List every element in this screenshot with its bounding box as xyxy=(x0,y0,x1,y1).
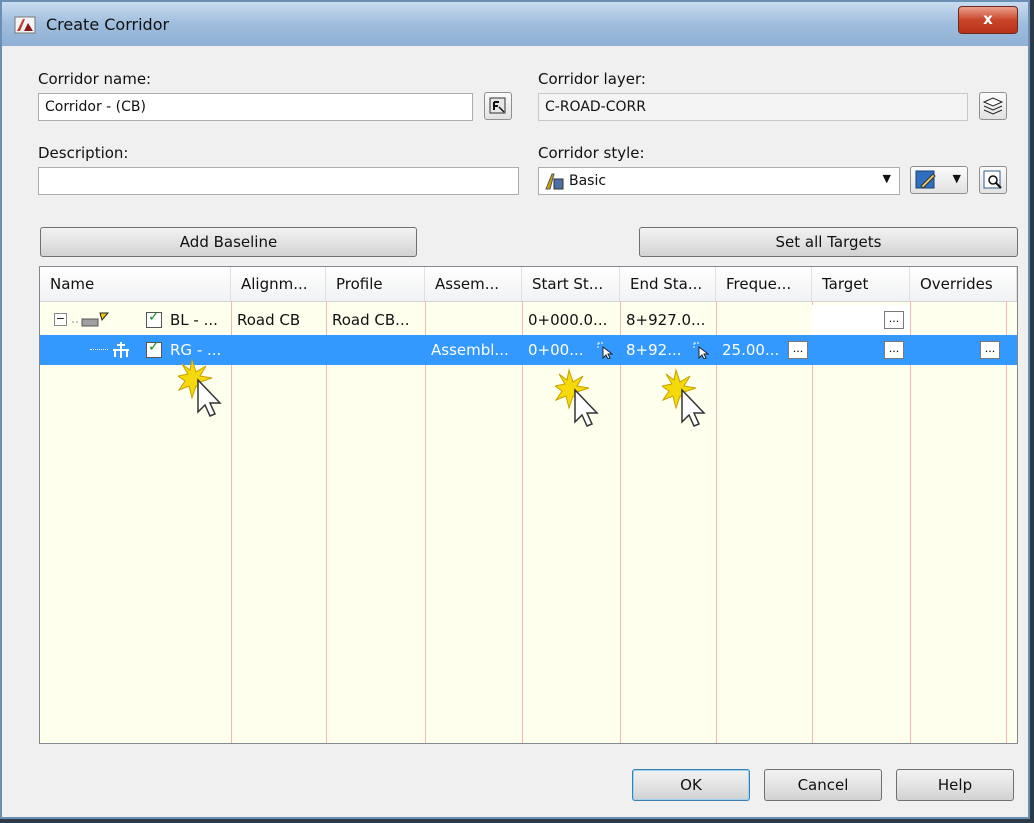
col-name[interactable]: Name xyxy=(40,267,231,301)
baseline-end-station[interactable]: 8+927.0... xyxy=(620,305,716,335)
region-end-station[interactable]: 8+92... xyxy=(620,335,690,365)
col-end-station[interactable]: End Sta... xyxy=(620,267,716,301)
corridor-style-value: Basic xyxy=(569,173,607,189)
cursor-highlight-icon xyxy=(662,368,706,427)
corridor-layer-label: Corridor layer: xyxy=(538,70,646,88)
col-alignment[interactable]: Alignm... xyxy=(231,267,326,301)
corridor-style-select[interactable]: Basic ▼ xyxy=(538,167,900,195)
layers-icon xyxy=(982,97,1004,115)
col-start-station[interactable]: Start St... xyxy=(522,267,620,301)
region-assembly[interactable]: Assembl... xyxy=(425,335,522,365)
overrides-ellipsis-button[interactable]: ... xyxy=(980,341,1000,359)
target-ellipsis-button[interactable]: ... xyxy=(884,341,904,359)
pick-station-icon[interactable] xyxy=(596,341,614,359)
row-checkbox[interactable] xyxy=(146,339,162,358)
layer-button[interactable] xyxy=(979,92,1007,120)
name-template-icon xyxy=(489,97,506,114)
col-profile[interactable]: Profile xyxy=(326,267,425,301)
corridor-name-input[interactable]: Corridor - (CB) xyxy=(38,93,473,121)
frequency-ellipsis-button[interactable]: ... xyxy=(788,341,808,359)
col-overrides[interactable]: Overrides xyxy=(910,267,1017,301)
column-divider xyxy=(522,301,523,743)
add-baseline-button[interactable]: Add Baseline xyxy=(40,227,417,257)
region-start-station[interactable]: 0+00... xyxy=(522,335,596,365)
baseline-profile[interactable]: Road CB... xyxy=(326,305,425,335)
description-input[interactable] xyxy=(38,167,519,195)
column-divider xyxy=(620,301,621,743)
grid-header: Name Alignm... Profile Assem... Start St… xyxy=(40,267,1017,302)
corridor-app-icon xyxy=(14,16,36,34)
column-divider xyxy=(812,301,813,743)
pick-station-icon[interactable] xyxy=(692,341,710,359)
close-button[interactable]: x xyxy=(958,6,1018,34)
corridor-style-icon xyxy=(545,173,564,190)
style-preview-button[interactable] xyxy=(979,166,1007,194)
column-divider xyxy=(425,301,426,743)
corridor-style-label: Corridor style: xyxy=(538,144,645,162)
region-frequency[interactable]: 25.00... xyxy=(716,335,788,365)
set-all-targets-button[interactable]: Set all Targets xyxy=(639,227,1018,257)
style-edit-dropdown[interactable]: ▼ xyxy=(910,166,968,194)
chevron-down-icon: ▼ xyxy=(882,172,891,185)
baseline-grid: Name Alignm... Profile Assem... Start St… xyxy=(39,266,1018,744)
collapse-icon[interactable]: − xyxy=(54,313,67,326)
pick-name-button[interactable] xyxy=(484,92,512,120)
col-assembly[interactable]: Assem... xyxy=(425,267,522,301)
ok-button[interactable]: OK xyxy=(632,769,750,801)
column-divider xyxy=(1006,301,1007,743)
cursor-highlight-icon xyxy=(178,358,222,417)
dialog-title: Create Corridor xyxy=(46,15,170,34)
cancel-button[interactable]: Cancel xyxy=(764,769,882,801)
corridor-name-label: Corridor name: xyxy=(38,70,152,88)
region-assembly-icon xyxy=(113,342,129,358)
baseline-target-cell[interactable]: ... xyxy=(812,305,910,335)
edit-style-icon xyxy=(915,170,936,189)
baseline-road-icon xyxy=(72,312,110,327)
create-corridor-dialog: Create Corridor x Corridor name: Corrido… xyxy=(0,0,1030,819)
baseline-name: BL - ... xyxy=(170,311,218,329)
row-checkbox[interactable] xyxy=(146,309,162,328)
description-label: Description: xyxy=(38,144,129,162)
corridor-layer-field: C-ROAD-CORR xyxy=(538,93,968,121)
preview-magnifier-icon xyxy=(983,170,1002,189)
help-button[interactable]: Help xyxy=(896,769,1014,801)
tree-connector xyxy=(90,349,108,350)
column-divider xyxy=(910,301,911,743)
chevron-down-icon: ▼ xyxy=(952,172,961,185)
baseline-alignment[interactable]: Road CB xyxy=(231,305,326,335)
col-target[interactable]: Target xyxy=(812,267,910,301)
col-frequency[interactable]: Freque... xyxy=(716,267,812,301)
table-row-baseline[interactable]: − BL - ... Road CB Road CB... 0+000.0...… xyxy=(40,305,1017,335)
column-divider xyxy=(326,301,327,743)
title-bar[interactable]: Create Corridor x xyxy=(2,2,1028,47)
target-ellipsis-button[interactable]: ... xyxy=(884,311,904,329)
baseline-start-station[interactable]: 0+000.0... xyxy=(522,305,620,335)
cursor-highlight-icon xyxy=(555,368,599,427)
